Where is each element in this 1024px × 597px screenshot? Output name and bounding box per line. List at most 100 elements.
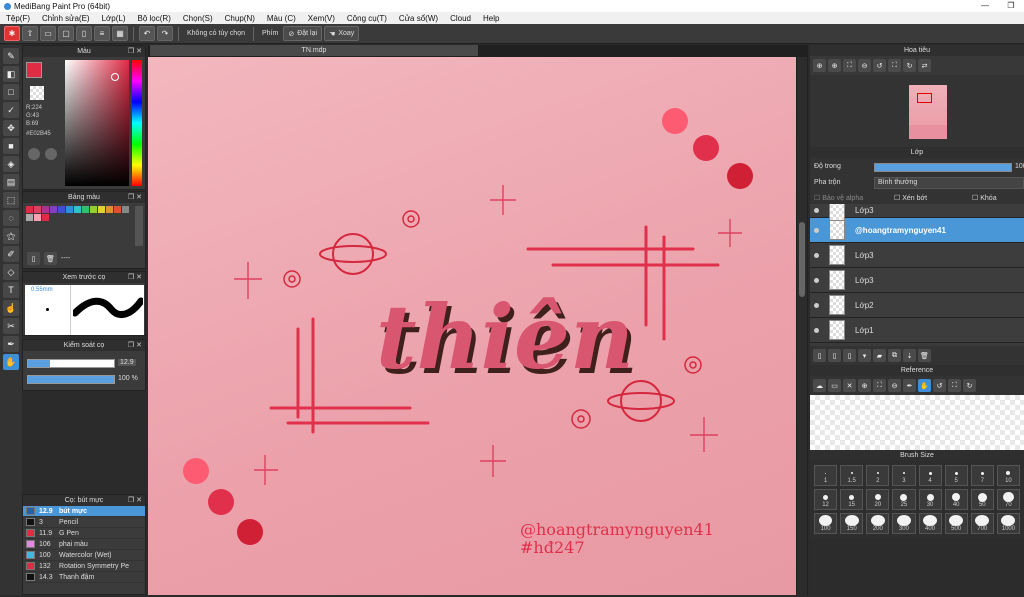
fit-icon[interactable]: ⛶ bbox=[873, 379, 886, 392]
rotate-right-icon[interactable]: ↻ bbox=[963, 379, 976, 392]
palette-swatch[interactable] bbox=[66, 206, 73, 213]
color-picker-icon[interactable] bbox=[45, 148, 57, 160]
comment-icon[interactable]: ▭ bbox=[40, 26, 56, 41]
bucket-tool-icon[interactable]: ◈ bbox=[3, 156, 19, 172]
flip-icon[interactable]: ⇄ bbox=[918, 59, 931, 72]
eye-icon[interactable] bbox=[814, 252, 819, 258]
palette-swatch[interactable] bbox=[98, 206, 105, 213]
brush-size-cell[interactable]: 400 bbox=[918, 513, 942, 534]
palette-swatch[interactable] bbox=[34, 206, 41, 213]
brush-size-cell[interactable]: 150 bbox=[840, 513, 864, 534]
chat-icon[interactable]: ▢ bbox=[58, 26, 74, 41]
page-icon[interactable]: ▯ bbox=[76, 26, 92, 41]
palette-swatch[interactable] bbox=[106, 206, 113, 213]
redo-icon[interactable]: ↷ bbox=[157, 26, 173, 41]
rotate-left-icon[interactable]: ↺ bbox=[873, 59, 886, 72]
palette-swatch[interactable] bbox=[82, 206, 89, 213]
brush-size-cell[interactable]: 30 bbox=[918, 489, 942, 510]
move-tool-icon[interactable]: ✥ bbox=[3, 120, 19, 136]
fit-icon[interactable]: ⛶ bbox=[888, 59, 901, 72]
new-file-icon[interactable]: ✱ bbox=[4, 26, 20, 41]
rotate-left-icon[interactable]: ↺ bbox=[933, 379, 946, 392]
lasso-tool-icon[interactable]: ◌ bbox=[3, 210, 19, 226]
palette-swatch[interactable] bbox=[42, 214, 49, 221]
brush-list-item[interactable]: 11.9 G Pen bbox=[23, 528, 145, 539]
hand-tool-icon[interactable]: ✋ bbox=[3, 354, 19, 370]
panel-close-icon[interactable]: ❐ ✕ bbox=[128, 495, 142, 506]
brush-size-cell[interactable]: 300 bbox=[892, 513, 916, 534]
brush-size-cell[interactable]: 10 bbox=[996, 465, 1020, 486]
brush-size-cell[interactable]: 5 bbox=[944, 465, 968, 486]
duplicate-layer-icon[interactable]: ⧉ bbox=[888, 349, 901, 362]
folder-icon[interactable]: ▰ bbox=[873, 349, 886, 362]
menu-view[interactable]: Xem(V) bbox=[302, 14, 341, 23]
brush-size-value[interactable]: 12.9 bbox=[118, 359, 136, 366]
delete-layer-icon[interactable]: 🗑 bbox=[918, 349, 931, 362]
brush-list-item[interactable]: 106 phai màu bbox=[23, 539, 145, 550]
secondary-color-swatch[interactable] bbox=[30, 86, 44, 100]
close-reference-icon[interactable]: ✕ bbox=[843, 379, 856, 392]
undo-icon[interactable]: ↶ bbox=[139, 26, 155, 41]
brush-size-cell[interactable]: 500 bbox=[944, 513, 968, 534]
fill-rect-icon[interactable]: ■ bbox=[3, 138, 19, 154]
reference-view[interactable] bbox=[810, 395, 1024, 450]
select-eraser-icon[interactable]: ◇ bbox=[3, 264, 19, 280]
document-tab[interactable]: TN.mdp bbox=[150, 45, 478, 56]
brush-size-cell[interactable]: 4 bbox=[918, 465, 942, 486]
menu-tools[interactable]: Công cụ(T) bbox=[341, 14, 393, 23]
lock-checkbox[interactable]: ☐ Khóa bbox=[972, 194, 997, 202]
reset-button[interactable]: ⊘ Đặt lại bbox=[283, 26, 323, 41]
menu-select[interactable]: Chọn(S) bbox=[177, 14, 219, 23]
eraser-tool-icon[interactable]: ◧ bbox=[3, 66, 19, 82]
eye-icon[interactable] bbox=[814, 227, 819, 233]
primary-color-swatch[interactable] bbox=[26, 62, 42, 78]
zoom-out-icon[interactable]: ⊖ bbox=[858, 59, 871, 72]
layer-row[interactable]: Lớp3 bbox=[810, 243, 1024, 268]
brush-size-cell[interactable]: 25 bbox=[892, 489, 916, 510]
menu-edit[interactable]: Chỉnh sửa(E) bbox=[36, 14, 96, 23]
layer-row[interactable]: Lớp3 bbox=[810, 204, 1024, 221]
palette-swatch[interactable] bbox=[114, 206, 121, 213]
layer-row[interactable]: @hoangtramynguyen41 bbox=[810, 218, 1024, 243]
brush-list-item[interactable]: 3 Pencil bbox=[23, 517, 145, 528]
hand-icon[interactable]: ✋ bbox=[918, 379, 931, 392]
add-layer-menu-icon[interactable]: ▾ bbox=[858, 349, 871, 362]
palette-swatch[interactable] bbox=[122, 206, 129, 213]
layer-row[interactable]: Lớp1 bbox=[810, 318, 1024, 343]
palette-swatch[interactable] bbox=[58, 206, 65, 213]
eyedropper-icon[interactable]: ✒ bbox=[3, 336, 19, 352]
select-pen-icon[interactable]: ✓ bbox=[3, 102, 19, 118]
cloud-icon[interactable]: ☁ bbox=[813, 379, 826, 392]
color-wheel-icon[interactable] bbox=[28, 148, 40, 160]
brush-size-cell[interactable]: 1000 bbox=[996, 513, 1020, 534]
palette-swatch[interactable] bbox=[74, 206, 81, 213]
palette-swatch[interactable] bbox=[42, 206, 49, 213]
menu-window[interactable]: Cửa sổ(W) bbox=[393, 14, 444, 23]
eye-icon[interactable] bbox=[814, 277, 819, 283]
panel-close-icon[interactable]: ❐ ✕ bbox=[128, 46, 142, 57]
select-brush-icon[interactable]: ✐ bbox=[3, 246, 19, 262]
rectangle-tool-icon[interactable]: □ bbox=[3, 84, 19, 100]
maximize-button[interactable]: ❐ bbox=[998, 0, 1024, 12]
new-8bit-layer-icon[interactable]: ▯ bbox=[843, 349, 856, 362]
brush-size-cell[interactable]: 7 bbox=[970, 465, 994, 486]
layer-opacity-slider[interactable] bbox=[874, 163, 1012, 172]
palette-swatch[interactable] bbox=[26, 206, 33, 213]
delete-palette-icon[interactable]: 🗑 bbox=[44, 252, 57, 265]
fit-screen-icon[interactable]: ⛶ bbox=[948, 379, 961, 392]
palette-swatch[interactable] bbox=[90, 206, 97, 213]
divide-tool-icon[interactable]: ✂ bbox=[3, 318, 19, 334]
panel-close-icon[interactable]: ❐ ✕ bbox=[128, 272, 142, 283]
new-palette-icon[interactable]: ▯ bbox=[27, 252, 40, 265]
text-tool-icon[interactable]: T bbox=[3, 282, 19, 298]
eyedropper-icon[interactable]: ✒ bbox=[903, 379, 916, 392]
saturation-value-picker[interactable] bbox=[65, 60, 129, 186]
eye-icon[interactable] bbox=[814, 208, 819, 213]
grid-icon[interactable]: ▦ bbox=[112, 26, 128, 41]
menu-help[interactable]: Help bbox=[477, 14, 505, 23]
brush-size-cell[interactable]: 12 bbox=[814, 489, 838, 510]
merge-layer-icon[interactable]: ⇣ bbox=[903, 349, 916, 362]
brush-size-cell[interactable]: 2 bbox=[866, 465, 890, 486]
brush-size-cell[interactable]: 700 bbox=[970, 513, 994, 534]
open-image-icon[interactable]: ▭ bbox=[828, 379, 841, 392]
